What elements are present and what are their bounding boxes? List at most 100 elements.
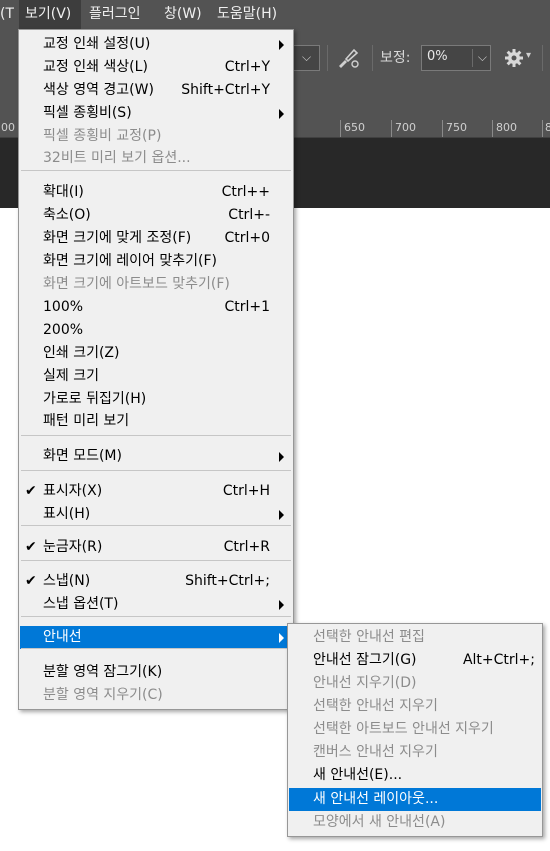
menu-item-shortcut: Alt+Ctrl+; xyxy=(462,652,535,668)
menu-item-label: 색상 영역 경고(W) xyxy=(43,82,154,98)
submenu-item-모양에서-새-안내선[interactable]: 모양에서 새 안내선(A) xyxy=(289,811,541,834)
menu-item-100%[interactable]: 100% Ctrl+1 xyxy=(20,296,292,319)
menu-item-label: 선택한 아트보드 안내선 지우기 xyxy=(313,721,494,737)
menu-item-패턴-미리-보기[interactable]: 패턴 미리 보기 xyxy=(20,410,292,433)
ruler-tick xyxy=(340,120,341,137)
brush-pressure-icon[interactable] xyxy=(336,47,360,69)
menu-item-픽셀-종횡비[interactable]: 픽셀 종횡비(S) xyxy=(20,102,292,125)
ruler-tick xyxy=(542,120,543,137)
menu-item-label: 확대(I) xyxy=(43,184,84,200)
smoothing-field[interactable]: 0% ⌵ xyxy=(421,45,491,71)
menu-item-label: 새 안내선 레이아웃... xyxy=(313,791,439,807)
menu-item-안내선[interactable]: 안내선 xyxy=(20,626,292,649)
submenu-item-안내선-잠그기[interactable]: 안내선 잠그기(G) Alt+Ctrl+; xyxy=(289,649,541,672)
menu-item-화면-모드[interactable]: 화면 모드(M) xyxy=(20,445,292,468)
menu-item-200%[interactable]: 200% xyxy=(20,319,292,342)
ruler-label: 00 xyxy=(1,121,15,134)
menu-item-label: 축소(O) xyxy=(43,207,91,223)
menu-item-교정-인쇄-색상[interactable]: 교정 인쇄 색상(L) Ctrl+Y xyxy=(20,56,292,79)
menu-item-label: 인쇄 크기(Z) xyxy=(43,345,120,361)
menu-separator xyxy=(21,170,291,171)
menu-help[interactable]: 도움말(H) xyxy=(217,0,277,29)
smoothing-value[interactable]: 0% xyxy=(427,49,448,64)
ruler-label: 650 xyxy=(344,121,365,134)
menu-item-label: 눈금자(R) xyxy=(43,539,103,555)
menu-item-교정-인쇄-설정[interactable]: 교정 인쇄 설정(U) xyxy=(20,33,292,56)
ruler-label: 800 xyxy=(496,121,517,134)
menu-item-shortcut: Shift+Ctrl+Y xyxy=(181,82,270,98)
menu-item-label: 안내선 지우기(D) xyxy=(313,675,417,691)
ruler-label: 8 xyxy=(545,121,550,134)
menu-item-표시자[interactable]: ✔ 표시자(X) Ctrl+H xyxy=(20,480,292,503)
menu-plugins[interactable]: 플러그인 xyxy=(89,0,141,29)
ruler-tick xyxy=(391,120,392,137)
submenu-arrow-icon xyxy=(279,40,284,50)
menu-previous-item[interactable]: T) xyxy=(0,0,14,29)
menu-view[interactable]: 보기(V) xyxy=(19,0,81,29)
checkmark-icon: ✔ xyxy=(25,573,37,589)
menu-item-화면-크기에-맞게-조정[interactable]: 화면 크기에 맞게 조정(F) Ctrl+0 xyxy=(20,227,292,250)
submenu-item-캔버스-안내선-지우기[interactable]: 캔버스 안내선 지우기 xyxy=(289,741,541,764)
submenu-item-선택한-안내선-편집[interactable]: 선택한 안내선 편집 xyxy=(289,626,541,649)
menu-item-스냅[interactable]: ✔ 스냅(N) Shift+Ctrl+; xyxy=(20,570,292,593)
menu-item-화면-크기에-아트보드-맞추기[interactable]: 화면 크기에 아트보드 맞추기(F) xyxy=(20,273,292,296)
menu-item-label: 화면 크기에 아트보드 맞추기(F) xyxy=(43,276,230,292)
menu-item-label: 스냅 옵션(T) xyxy=(43,596,119,612)
menu-item-32비트-미리-보기-옵션[interactable]: 32비트 미리 보기 옵션... xyxy=(20,147,292,170)
menu-item-가로로-뒤집기[interactable]: 가로로 뒤집기(H) xyxy=(20,388,292,411)
menu-item-인쇄-크기[interactable]: 인쇄 크기(Z) xyxy=(20,342,292,365)
menu-item-label: 100% xyxy=(43,299,84,315)
submenu-arrow-icon xyxy=(279,510,284,520)
menu-item-label: 패턴 미리 보기 xyxy=(43,413,130,429)
chevron-down-icon[interactable]: ⌵ xyxy=(478,50,487,65)
menu-item-분할-영역-잠그기[interactable]: 분할 영역 잠그기(K) xyxy=(20,661,292,684)
smoothing-label: 보정: xyxy=(380,50,411,66)
menu-item-label: 선택한 안내선 편집 xyxy=(313,629,425,645)
submenu-arrow-icon xyxy=(279,109,284,119)
menu-item-label: 표시(H) xyxy=(43,506,91,522)
gear-icon[interactable] xyxy=(504,48,524,68)
menu-item-label: 분할 영역 지우기(C) xyxy=(43,687,163,703)
menu-bar: T) 보기(V) 플러그인 창(W) 도움말(H) xyxy=(0,0,550,29)
ruler-label: 700 xyxy=(395,121,416,134)
submenu-item-새-안내선[interactable]: 새 안내선(E)... xyxy=(289,764,541,787)
menu-item-shortcut: Shift+Ctrl+; xyxy=(185,573,270,589)
menu-item-label: 픽셀 종횡비 교정(P) xyxy=(43,128,162,144)
menu-item-실제-크기[interactable]: 실제 크기 xyxy=(20,365,292,388)
menu-item-확대[interactable]: 확대(I) Ctrl++ xyxy=(20,181,292,204)
submenu-arrow-icon xyxy=(279,452,284,462)
menu-item-label: 실제 크기 xyxy=(43,368,99,384)
menu-item-label: 모양에서 새 안내선(A) xyxy=(313,814,446,830)
menu-item-shortcut: Ctrl+0 xyxy=(224,230,270,246)
menu-item-label: 가로로 뒤집기(H) xyxy=(43,391,147,407)
view-menu-dropdown: 교정 인쇄 설정(U) 교정 인쇄 색상(L) Ctrl+Y 색상 영역 경고(W) S… xyxy=(18,29,294,710)
submenu-item-선택한-안내선-지우기[interactable]: 선택한 안내선 지우기 xyxy=(289,695,541,718)
divider xyxy=(327,45,328,71)
menu-item-눈금자[interactable]: ✔ 눈금자(R) Ctrl+R xyxy=(20,536,292,559)
menu-item-label: 표시자(X) xyxy=(43,483,103,499)
menu-separator xyxy=(21,435,291,436)
ruler-label: 750 xyxy=(446,121,467,134)
submenu-item-새-안내선-레이아웃[interactable]: 새 안내선 레이아웃... xyxy=(289,788,541,811)
ruler-tick xyxy=(492,120,493,137)
submenu-item-선택한-아트보드-안내선-지우기[interactable]: 선택한 아트보드 안내선 지우기 xyxy=(289,718,541,741)
menu-item-label: 화면 크기에 레이어 맞추기(F) xyxy=(43,253,218,269)
submenu-item-안내선-지우기[interactable]: 안내선 지우기(D) xyxy=(289,672,541,695)
menu-item-표시[interactable]: 표시(H) xyxy=(20,503,292,526)
menu-item-스냅-옵션[interactable]: 스냅 옵션(T) xyxy=(20,593,292,616)
menu-item-shortcut: Ctrl+R xyxy=(223,539,270,555)
menu-item-shortcut: Ctrl+- xyxy=(228,207,270,223)
menu-item-축소[interactable]: 축소(O) Ctrl+- xyxy=(20,204,292,227)
menu-separator xyxy=(21,525,291,526)
menu-item-화면-크기에-레이어-맞추기[interactable]: 화면 크기에 레이어 맞추기(F) xyxy=(20,250,292,273)
checkmark-icon: ✔ xyxy=(25,539,37,555)
guides-submenu: 선택한 안내선 편집안내선 잠그기(G) Alt+Ctrl+; 안내선 지우기(D)… xyxy=(287,623,543,837)
menu-item-분할-영역-지우기[interactable]: 분할 영역 지우기(C) xyxy=(20,684,292,707)
menu-item-픽셀-종횡비-교정[interactable]: 픽셀 종횡비 교정(P) xyxy=(20,125,292,148)
menu-item-색상-영역-경고[interactable]: 색상 영역 경고(W) Shift+Ctrl+Y xyxy=(20,79,292,102)
menu-item-label: 새 안내선(E)... xyxy=(313,767,403,783)
chevron-down-icon: ⌵ xyxy=(302,50,312,64)
chevron-down-icon[interactable]: ▾ xyxy=(526,50,531,61)
menu-window[interactable]: 창(W) xyxy=(164,0,202,29)
menu-item-label: 선택한 안내선 지우기 xyxy=(313,698,438,714)
